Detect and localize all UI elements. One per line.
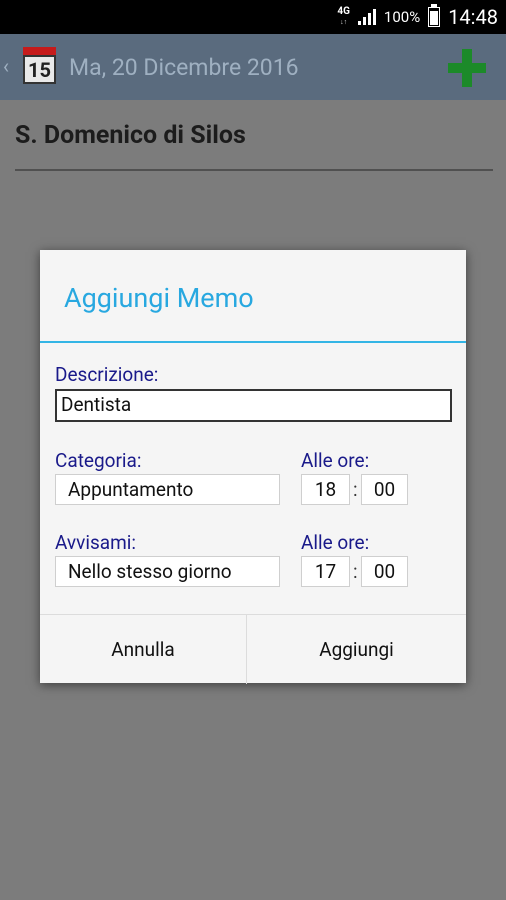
dialog-title: Aggiungi Memo bbox=[64, 282, 254, 314]
plus-icon[interactable] bbox=[448, 49, 486, 87]
divider bbox=[15, 169, 493, 171]
calendar-day: 15 bbox=[23, 55, 56, 84]
saint-of-day: S. Domenico di Silos bbox=[15, 121, 246, 150]
time2-hour-input[interactable]: 17 bbox=[301, 556, 350, 587]
categoria-select[interactable]: Appuntamento bbox=[55, 474, 280, 505]
battery-icon bbox=[428, 4, 441, 27]
current-date: Ma, 20 Dicembre 2016 bbox=[69, 54, 299, 81]
add-memo-dialog: Aggiungi Memo Descrizione: Dentista Cate… bbox=[40, 250, 466, 684]
dialog-title-divider bbox=[40, 341, 466, 343]
back-icon[interactable]: ‹ bbox=[3, 54, 9, 78]
time2-colon: : bbox=[353, 560, 358, 583]
descrizione-input[interactable]: Dentista bbox=[55, 389, 452, 422]
alle-ore-label: Alle ore: bbox=[301, 449, 370, 472]
status-bar: 4G ↓↑ 100% 14:48 bbox=[0, 0, 506, 34]
descrizione-label: Descrizione: bbox=[55, 363, 159, 386]
avvisami-select[interactable]: Nello stesso giorno bbox=[55, 556, 280, 587]
avvisami-label: Avvisami: bbox=[55, 531, 136, 554]
time1-colon: : bbox=[353, 478, 358, 501]
battery-percent: 100% bbox=[383, 8, 421, 26]
alle-ore-label-2: Alle ore: bbox=[301, 531, 370, 554]
network-type: 4G ↓↑ bbox=[337, 6, 350, 27]
calendar-icon[interactable]: 15 bbox=[23, 47, 56, 84]
cancel-button[interactable]: Annulla bbox=[40, 615, 247, 684]
dialog-button-bar: Annulla Aggiungi bbox=[40, 614, 466, 684]
signal-icon bbox=[357, 9, 376, 25]
status-icons: 4G ↓↑ 100% 14:48 bbox=[337, 0, 498, 34]
clock: 14:48 bbox=[448, 5, 498, 29]
add-button[interactable]: Aggiungi bbox=[247, 615, 466, 684]
time1-hour-input[interactable]: 18 bbox=[301, 474, 350, 505]
categoria-label: Categoria: bbox=[55, 449, 142, 472]
app-bar: ‹ 15 Ma, 20 Dicembre 2016 bbox=[0, 34, 506, 100]
time2-minute-input[interactable]: 00 bbox=[361, 556, 408, 587]
time1-minute-input[interactable]: 00 bbox=[361, 474, 408, 505]
